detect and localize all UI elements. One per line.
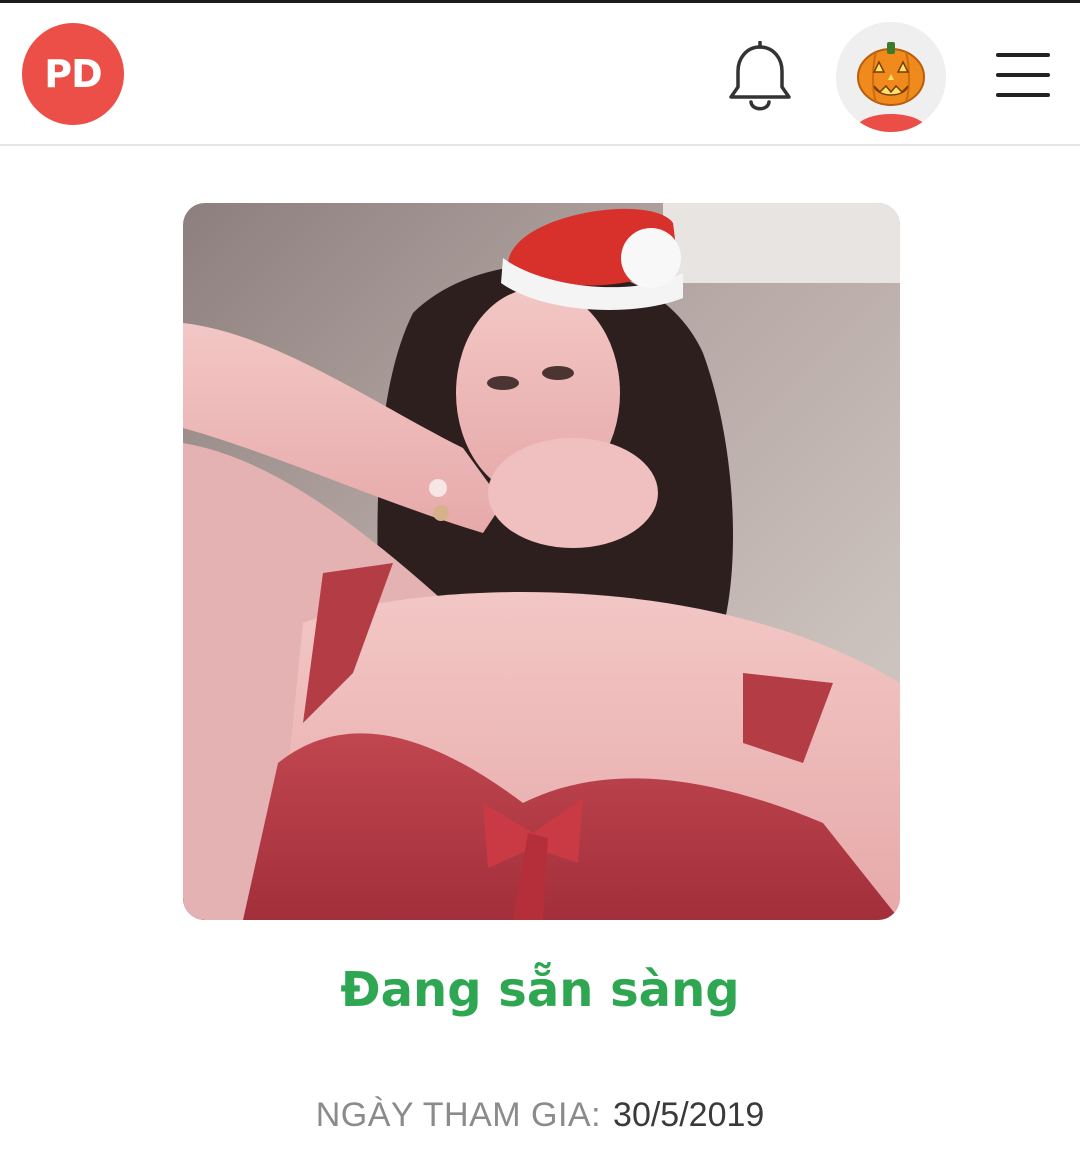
join-date-value: 30/5/2019 xyxy=(613,1096,765,1134)
profile-page: PD Đang sẵn sàng NGÀY THAM GIA: 30/5/201… xyxy=(0,0,1080,1165)
bell-icon[interactable] xyxy=(726,41,794,115)
profile-photo[interactable] xyxy=(183,203,900,920)
join-date-label: NGÀY THAM GIA: xyxy=(315,1096,602,1134)
join-date-row: NGÀY THAM GIA: 30/5/2019 xyxy=(0,1096,1080,1135)
logo-text: PD xyxy=(44,52,102,96)
hamburger-menu-icon[interactable] xyxy=(996,53,1050,97)
availability-status: Đang sẵn sàng xyxy=(340,962,740,1018)
top-navbar: PD xyxy=(0,0,1080,146)
site-logo[interactable]: PD xyxy=(22,23,124,125)
profile-photo-image xyxy=(183,203,900,920)
pumpkin-avatar-icon xyxy=(836,22,946,132)
user-avatar[interactable] xyxy=(836,22,946,132)
